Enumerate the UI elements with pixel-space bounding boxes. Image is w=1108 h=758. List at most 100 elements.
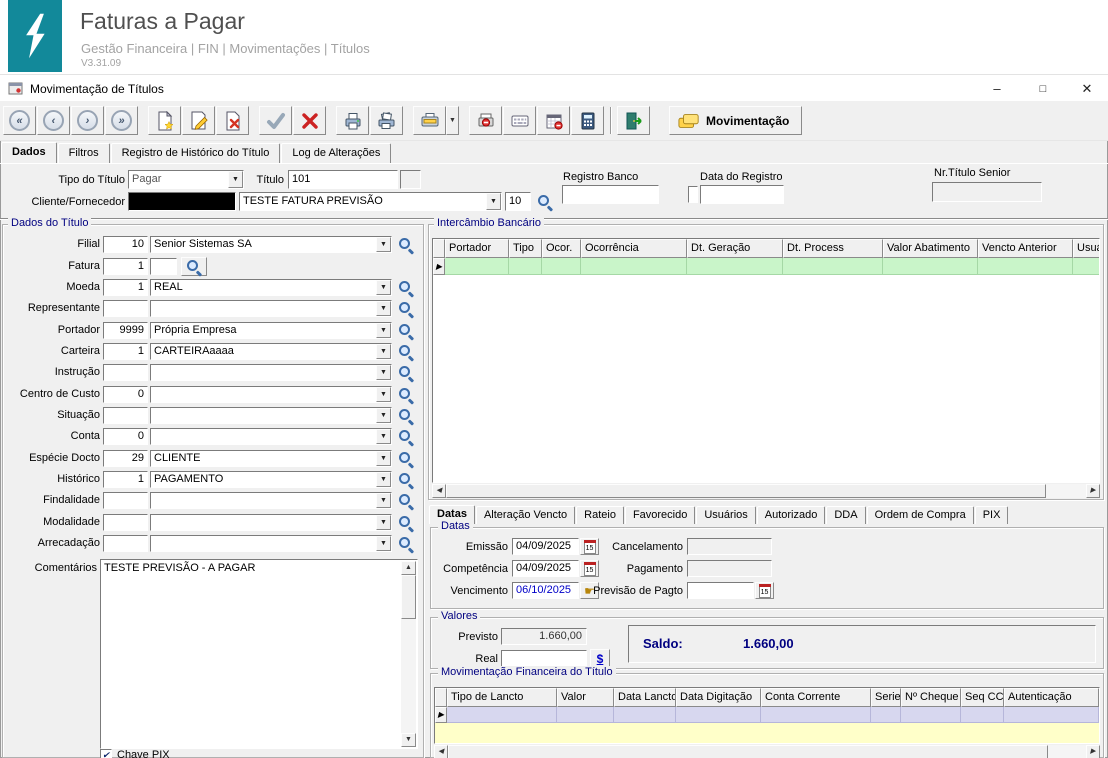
conta-code-field[interactable]: 0 <box>103 428 148 445</box>
chevron-down-icon[interactable]: ▼ <box>228 171 243 188</box>
conta-combo[interactable]: ▼ <box>150 428 392 445</box>
chevron-down-icon[interactable]: ▼ <box>376 280 391 295</box>
previsao-pagto-date-button[interactable]: 15 <box>755 582 774 599</box>
col-ocorrencia[interactable]: Ocorrência <box>581 239 687 258</box>
scroll-up-icon[interactable]: ▲ <box>401 561 416 575</box>
print-cancel-button[interactable] <box>469 106 502 135</box>
print-button[interactable] <box>336 106 369 135</box>
instrucao-code-field[interactable] <box>103 364 148 381</box>
findalidade-code-field[interactable] <box>103 492 148 509</box>
col-dt-process[interactable]: Dt. Process <box>783 239 883 258</box>
scrollbar-thumb[interactable] <box>448 745 1048 758</box>
card-button[interactable] <box>503 106 536 135</box>
col-valor-abatimento[interactable]: Valor Abatimento <box>883 239 978 258</box>
search-icon[interactable] <box>398 301 414 317</box>
chave-pix-checkbox[interactable]: ✔ Chave PIX <box>100 749 170 758</box>
chevron-down-icon[interactable]: ▼ <box>376 493 391 508</box>
col-ocor[interactable]: Ocor. <box>542 239 581 258</box>
nav-first-button[interactable]: « <box>3 106 36 135</box>
maximize-button[interactable]: □ <box>1022 75 1064 102</box>
filial-code-field[interactable]: 10 <box>103 236 148 253</box>
instrucao-combo[interactable]: ▼ <box>150 364 392 381</box>
tab-dados[interactable]: Dados <box>1 142 57 163</box>
calculator-button[interactable] <box>571 106 604 135</box>
col-data-lancto[interactable]: Data Lancto <box>614 688 676 707</box>
col-portador[interactable]: Portador <box>445 239 509 258</box>
search-icon[interactable] <box>398 323 414 339</box>
titulo-field[interactable]: 101 <box>288 170 398 189</box>
send-dropdown-button[interactable]: ▼ <box>446 106 459 135</box>
chevron-down-icon[interactable]: ▼ <box>376 472 391 487</box>
moeda-combo[interactable]: REAL ▼ <box>150 279 392 296</box>
tab-filtros[interactable]: Filtros <box>57 143 110 163</box>
fatura-code-field[interactable]: 1 <box>103 258 148 275</box>
especie-docto-combo[interactable]: CLIENTE ▼ <box>150 450 392 467</box>
col-n-cheque[interactable]: Nº Cheque <box>901 688 961 707</box>
scrollbar-thumb[interactable] <box>401 575 416 619</box>
emissao-field[interactable]: 04/09/2025 <box>512 538 579 555</box>
situacao-combo[interactable]: ▼ <box>150 407 392 424</box>
calendar-remove-button[interactable] <box>537 106 570 135</box>
nav-prev-button[interactable]: ‹ <box>37 106 70 135</box>
chevron-down-icon[interactable]: ▼ <box>376 365 391 380</box>
mov-financeira-hscrollbar[interactable]: ◀ ▶ <box>434 745 1100 758</box>
historico-code-field[interactable]: 1 <box>103 471 148 488</box>
chevron-down-icon[interactable]: ▼ <box>376 536 391 551</box>
scroll-left-icon[interactable]: ◀ <box>432 484 446 498</box>
moeda-code-field[interactable]: 1 <box>103 279 148 296</box>
representante-combo[interactable]: ▼ <box>150 300 392 317</box>
chevron-down-icon[interactable]: ▼ <box>376 344 391 359</box>
carteira-combo[interactable]: CARTEIRAaaaa ▼ <box>150 343 392 360</box>
tab-registro-historico[interactable]: Registro de Histórico do Título <box>110 143 281 163</box>
chevron-down-icon[interactable]: ▼ <box>376 429 391 444</box>
search-icon[interactable] <box>398 408 414 424</box>
portador-code-field[interactable]: 9999 <box>103 322 148 339</box>
tab-rateio[interactable]: Rateio <box>576 506 624 524</box>
cliente-seq-field[interactable]: 10 <box>505 192 531 211</box>
scroll-left-icon[interactable]: ◀ <box>434 745 448 758</box>
search-icon[interactable] <box>398 387 414 403</box>
representante-code-field[interactable] <box>103 300 148 317</box>
nav-last-button[interactable]: » <box>105 106 138 135</box>
search-icon[interactable] <box>398 365 414 381</box>
exit-button[interactable] <box>617 106 650 135</box>
scrollbar-thumb[interactable] <box>446 484 1046 498</box>
tab-log-alteracoes[interactable]: Log de Alterações <box>281 143 392 163</box>
col-usuario[interactable]: Usuário <box>1073 239 1099 258</box>
nav-next-button[interactable]: › <box>71 106 104 135</box>
col-autenticacao[interactable]: Autenticação <box>1004 688 1099 707</box>
tab-usuarios[interactable]: Usuários <box>696 506 756 524</box>
chevron-down-icon[interactable]: ▼ <box>376 515 391 530</box>
portador-combo[interactable]: Própria Empresa ▼ <box>150 322 392 339</box>
tab-dda[interactable]: DDA <box>826 506 866 524</box>
search-icon[interactable] <box>398 472 414 488</box>
cancel-button[interactable] <box>293 106 326 135</box>
centro-custo-combo[interactable]: ▼ <box>150 386 392 403</box>
cliente-fornecedor-code-field[interactable] <box>128 192 236 211</box>
carteira-code-field[interactable]: 1 <box>103 343 148 360</box>
registro-banco-field[interactable] <box>562 185 659 204</box>
movimentacao-button[interactable]: Movimentação <box>669 106 803 135</box>
new-record-button[interactable] <box>148 106 181 135</box>
fatura-aux-field[interactable] <box>150 258 177 275</box>
tab-autorizado[interactable]: Autorizado <box>756 506 826 524</box>
search-icon[interactable] <box>398 429 414 445</box>
col-serie[interactable]: Serie <box>871 688 901 707</box>
search-icon[interactable] <box>398 493 414 509</box>
chevron-down-icon[interactable]: ▼ <box>376 301 391 316</box>
data-registro-field[interactable] <box>700 185 784 204</box>
search-icon[interactable] <box>398 515 414 531</box>
delete-record-button[interactable] <box>216 106 249 135</box>
grid-row[interactable]: ▶ <box>435 707 1099 723</box>
search-icon[interactable] <box>398 280 414 296</box>
col-tipo[interactable]: Tipo <box>509 239 542 258</box>
col-conta-corrente[interactable]: Conta Corrente <box>761 688 871 707</box>
col-valor[interactable]: Valor <box>557 688 614 707</box>
arrecadacao-code-field[interactable] <box>103 535 148 552</box>
confirm-button[interactable] <box>259 106 292 135</box>
col-seq-cc[interactable]: Seq CC <box>961 688 1004 707</box>
scroll-down-icon[interactable]: ▼ <box>401 733 416 747</box>
print-preview-button[interactable] <box>370 106 403 135</box>
scroll-right-icon[interactable]: ▶ <box>1086 745 1100 758</box>
historico-combo[interactable]: PAGAMENTO ▼ <box>150 471 392 488</box>
